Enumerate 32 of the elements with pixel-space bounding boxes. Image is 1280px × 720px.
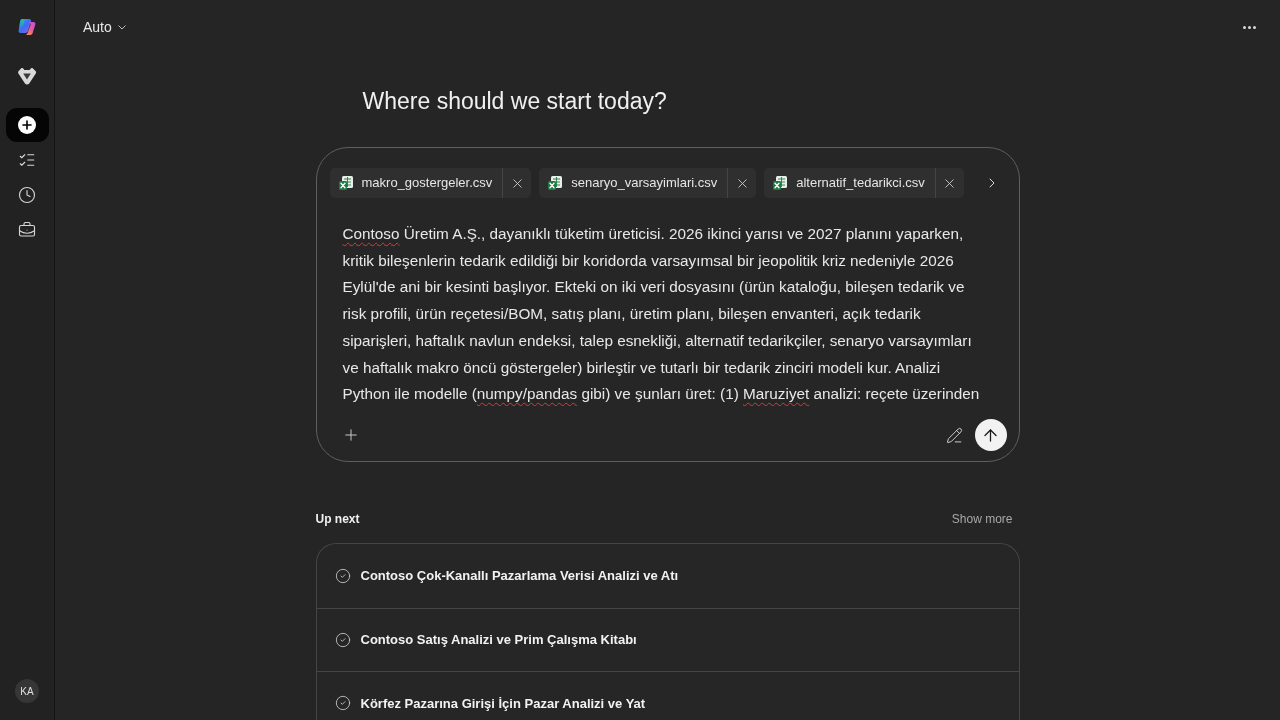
check-circle-icon — [334, 695, 351, 712]
item-title: Contoso Satış Analizi ve Prim Çalışma Kitabı — [360, 631, 637, 649]
plus-circle-icon — [18, 116, 36, 134]
spreadsheet-file-icon — [772, 175, 789, 191]
briefcase-icon — [18, 221, 36, 239]
up-next-item[interactable]: Körfez Pazarına Girişi İçin Pazar Analizi ve Yat — [316, 671, 1019, 720]
item-title: Contoso Çok-Kanallı Pazarlama Verisi Analizi ve Atı — [360, 567, 679, 585]
up-next-item[interactable]: Contoso Satış Analizi ve Prim Çalışma Kitabı — [316, 607, 1019, 671]
model-picker-button[interactable]: Auto — [83, 16, 126, 38]
more-icon — [1242, 25, 1256, 29]
file-name: alternatif_tedarikci.csv — [796, 174, 925, 193]
avatar-button[interactable]: KA — [15, 679, 39, 703]
item-title: Körfez Pazarına Girişi İçin Pazar Analizi ve Yat — [360, 694, 646, 713]
send-button[interactable] — [974, 419, 1007, 451]
file-name: makro_gostergeler.csv — [361, 174, 493, 193]
clock-icon — [18, 186, 36, 204]
section-title: Up next — [315, 511, 360, 528]
logo-icon — [17, 17, 37, 37]
chevron-down-icon — [117, 24, 126, 30]
message-input[interactable]: Contoso Üretim A.Ş., dayanıklı tüketim üreticisi. 2026 ikinci yarısı ve 2027 planını yaparken, kritik bileşenlerin tedarik edildiği bir koridorda varsayımsal bir jeopolitik kriz nedeniyle 2026 Eylül'de ani bir kesinti başlıyor. Ekteki on iki veri dosyasını (ürün kataloğu, bileşen tedarik ve risk profili, ürün reçetesi/BOM, satış planı, üretim planı, bileşen envanteri, açık tedarik siparişleri, haftalık navlun endeksi, talep esnekliği, alternatif tedarikçiler, senaryo varsayımları ve haftalık makro öncü göstergeler) birleştir ve tutarlı bir tedarik zinciri modeli kur. Analizi Python ile modelle (numpy/pandas gibi) ve şunları üret: (1) Maruziyet analizi: reçete üzerinden — [329, 221, 1007, 406]
file-name: senaryo_varsayimlari.csv — [571, 174, 718, 193]
spreadsheet-file-icon — [337, 175, 354, 191]
up-next-item[interactable]: Contoso Çok-Kanallı Pazarlama Verisi Analizi ve Atı — [316, 544, 1019, 608]
spreadsheet-file-icon — [547, 175, 564, 191]
checklist-icon — [18, 151, 36, 169]
new-chat-button[interactable] — [5, 108, 49, 142]
emblem-icon — [17, 67, 37, 85]
check-circle-icon — [334, 567, 351, 584]
pencil-icon — [946, 426, 963, 444]
show-more-link[interactable]: Show more — [951, 510, 1013, 528]
page-heading: Where should we start today? — [361, 87, 668, 116]
check-circle-icon — [334, 631, 351, 648]
